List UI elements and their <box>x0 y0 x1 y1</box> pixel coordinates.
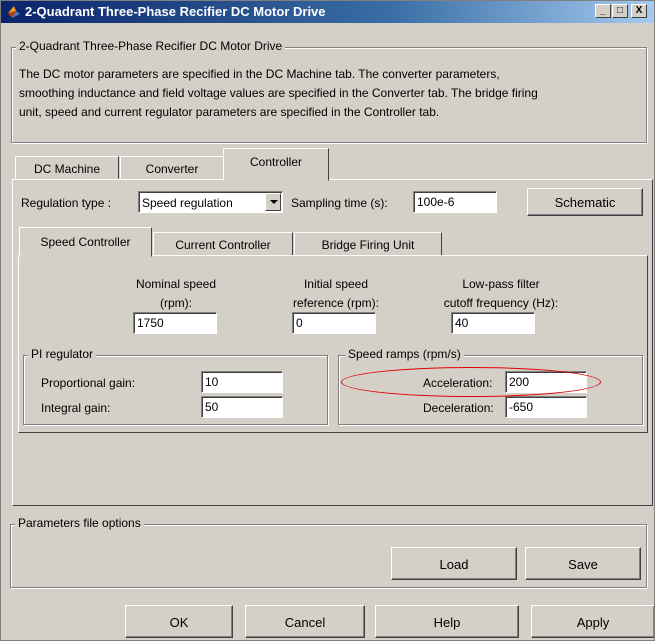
maximize-button[interactable]: □ <box>612 4 628 18</box>
description-line: The DC motor parameters are specified in… <box>19 67 500 81</box>
save-button[interactable]: Save <box>525 547 641 580</box>
description-text: The DC motor parameters are specified in… <box>19 65 639 122</box>
tab-dc-machine[interactable]: DC Machine <box>15 156 119 179</box>
lowpass-filter-unit-label: cutoff frequency (Hz): <box>443 296 559 310</box>
pi-regulator-legend: PI regulator <box>28 347 97 361</box>
minimize-button[interactable]: _ <box>595 4 611 18</box>
regulation-type-value: Speed regulation <box>142 196 233 210</box>
sampling-time-input[interactable]: 100e-6 <box>413 191 497 213</box>
tab-label: Controller <box>249 155 303 169</box>
chevron-down-icon[interactable] <box>265 193 281 211</box>
tab-label: Speed Controller <box>40 235 131 249</box>
tab-converter[interactable]: Converter <box>120 156 224 179</box>
tab-label: Converter <box>145 162 199 176</box>
parameters-file-legend: Parameters file options <box>15 516 144 530</box>
deceleration-input[interactable]: -650 <box>505 396 587 418</box>
simulink-logo-icon <box>8 6 20 18</box>
main-group-legend: 2-Quadrant Three-Phase Recifier DC Motor… <box>16 39 286 53</box>
nominal-speed-input[interactable]: 1750 <box>133 312 217 334</box>
close-button[interactable]: X <box>631 4 647 18</box>
initial-speed-unit-label: reference (rpm): <box>292 296 380 310</box>
acceleration-input[interactable]: 200 <box>505 371 587 393</box>
window-title: 2-Quadrant Three-Phase Recifier DC Motor… <box>25 4 326 19</box>
title-bar[interactable]: 2-Quadrant Three-Phase Recifier DC Motor… <box>1 1 654 23</box>
regulation-type-label: Regulation type : <box>21 196 112 210</box>
tab-speed-controller[interactable]: Speed Controller <box>19 227 152 257</box>
initial-speed-input[interactable]: 0 <box>292 312 376 334</box>
description-line: unit, speed and current regulator parame… <box>19 105 440 119</box>
tab-controller[interactable]: Controller <box>223 148 329 181</box>
speed-ramps-legend: Speed ramps (rpm/s) <box>345 347 464 361</box>
proportional-gain-label: Proportional gain: <box>41 376 136 390</box>
lowpass-filter-input[interactable]: 40 <box>451 312 535 334</box>
apply-button[interactable]: Apply <box>531 605 654 638</box>
initial-speed-label: Initial speed <box>303 277 369 291</box>
tab-label: DC Machine <box>33 162 101 176</box>
integral-gain-input[interactable]: 50 <box>201 396 283 418</box>
tab-label: Current Controller <box>175 238 271 252</box>
acceleration-label: Acceleration: <box>423 376 493 390</box>
sampling-time-label: Sampling time (s): <box>291 196 388 210</box>
tab-bridge-firing-unit[interactable]: Bridge Firing Unit <box>294 232 442 256</box>
description-line: smoothing inductance and field voltage v… <box>19 86 538 100</box>
nominal-speed-label: Nominal speed <box>135 277 217 291</box>
ok-button[interactable]: OK <box>125 605 233 638</box>
lowpass-filter-label: Low-pass filter <box>462 277 540 291</box>
tab-current-controller[interactable]: Current Controller <box>153 232 293 256</box>
cancel-button[interactable]: Cancel <box>245 605 365 638</box>
regulation-type-select[interactable]: Speed regulation <box>138 191 283 213</box>
help-button[interactable]: Help <box>375 605 519 638</box>
deceleration-label: Deceleration: <box>423 401 494 415</box>
proportional-gain-input[interactable]: 10 <box>201 371 283 393</box>
dialog-window: 2-Quadrant Three-Phase Recifier DC Motor… <box>0 0 655 641</box>
load-button[interactable]: Load <box>391 547 517 580</box>
schematic-button[interactable]: Schematic <box>527 188 643 216</box>
nominal-speed-unit-label: (rpm): <box>160 296 192 310</box>
tab-label: Bridge Firing Unit <box>321 238 415 252</box>
integral-gain-label: Integral gain: <box>41 401 111 415</box>
